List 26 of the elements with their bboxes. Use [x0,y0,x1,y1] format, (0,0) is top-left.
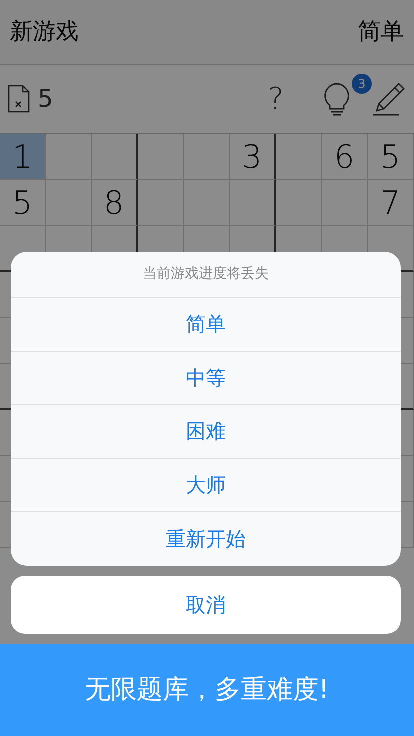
grid-cell[interactable]: 7 [368,180,414,226]
grid-cell[interactable]: 5 [368,134,414,180]
sheet-option[interactable]: 大师 [11,458,401,512]
mistake-count: 5 [38,84,54,115]
hint-button[interactable] [322,82,352,116]
help-button[interactable]: ? [268,76,284,122]
grid-cell[interactable]: 1 [0,134,46,180]
sheet-message: 当前游戏进度将丢失 [11,252,401,298]
hint-count-badge: 3 [352,74,372,94]
grid-cell[interactable] [92,134,138,180]
grid-cell[interactable]: 3 [230,134,276,180]
promo-banner: 无限题库，多重难度! [0,644,414,736]
lightbulb-icon [322,82,352,116]
sheet-option[interactable]: 中等 [11,352,401,405]
grid-cell[interactable]: 6 [322,134,368,180]
sheet-option[interactable]: 简单 [11,298,401,352]
difficulty-button[interactable]: 简单 [358,14,404,50]
file-error-icon [8,85,30,113]
pencil-icon[interactable] [372,82,406,116]
cancel-button-dialog[interactable]: 取消 [11,576,401,634]
grid-cell[interactable] [230,180,276,226]
grid-cell[interactable]: 8 [92,180,138,226]
grid-cell[interactable]: 5 [0,180,46,226]
sheet-option[interactable]: 重新开始 [11,512,401,566]
page-title: 新游戏 [10,18,79,47]
sheet-option[interactable]: 困难 [11,405,401,458]
